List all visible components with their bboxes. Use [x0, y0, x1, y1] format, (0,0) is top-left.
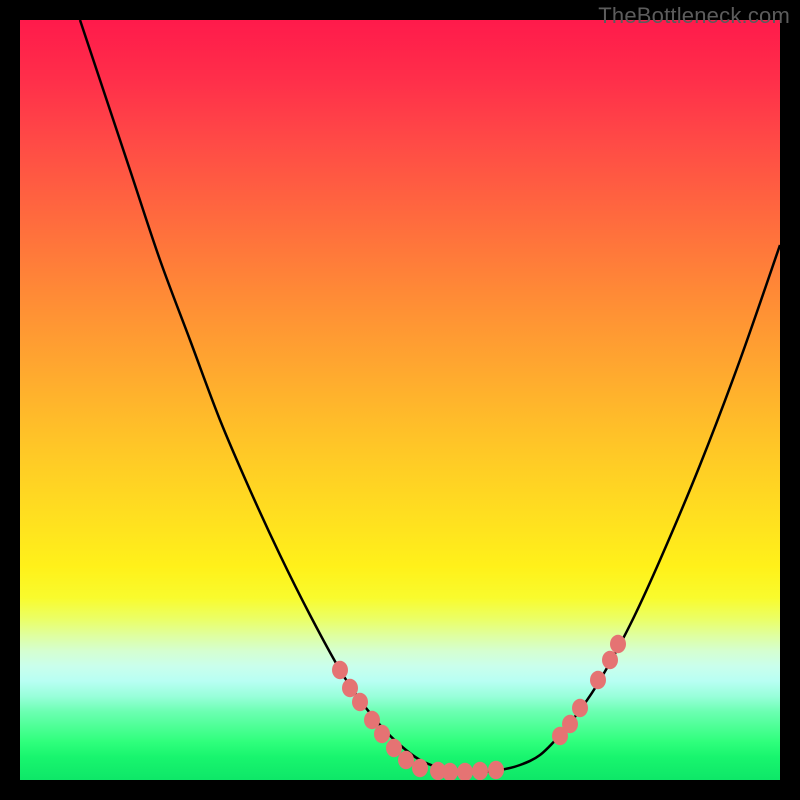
data-dot: [332, 661, 348, 679]
data-dot: [386, 739, 402, 757]
chart-frame: [20, 20, 780, 780]
chart-svg: [20, 20, 780, 780]
data-dot: [398, 751, 414, 769]
data-dot: [442, 763, 458, 780]
data-dot: [412, 759, 428, 777]
data-dot: [590, 671, 606, 689]
watermark-text: TheBottleneck.com: [598, 3, 790, 29]
data-dot: [562, 715, 578, 733]
data-dot: [457, 763, 473, 780]
data-dot: [572, 699, 588, 717]
data-dot: [602, 651, 618, 669]
data-dot: [352, 693, 368, 711]
data-dot: [472, 762, 488, 780]
bottleneck-curve: [80, 20, 780, 772]
data-dots: [332, 635, 626, 780]
data-dot: [610, 635, 626, 653]
data-dot: [488, 761, 504, 779]
data-dot: [374, 725, 390, 743]
